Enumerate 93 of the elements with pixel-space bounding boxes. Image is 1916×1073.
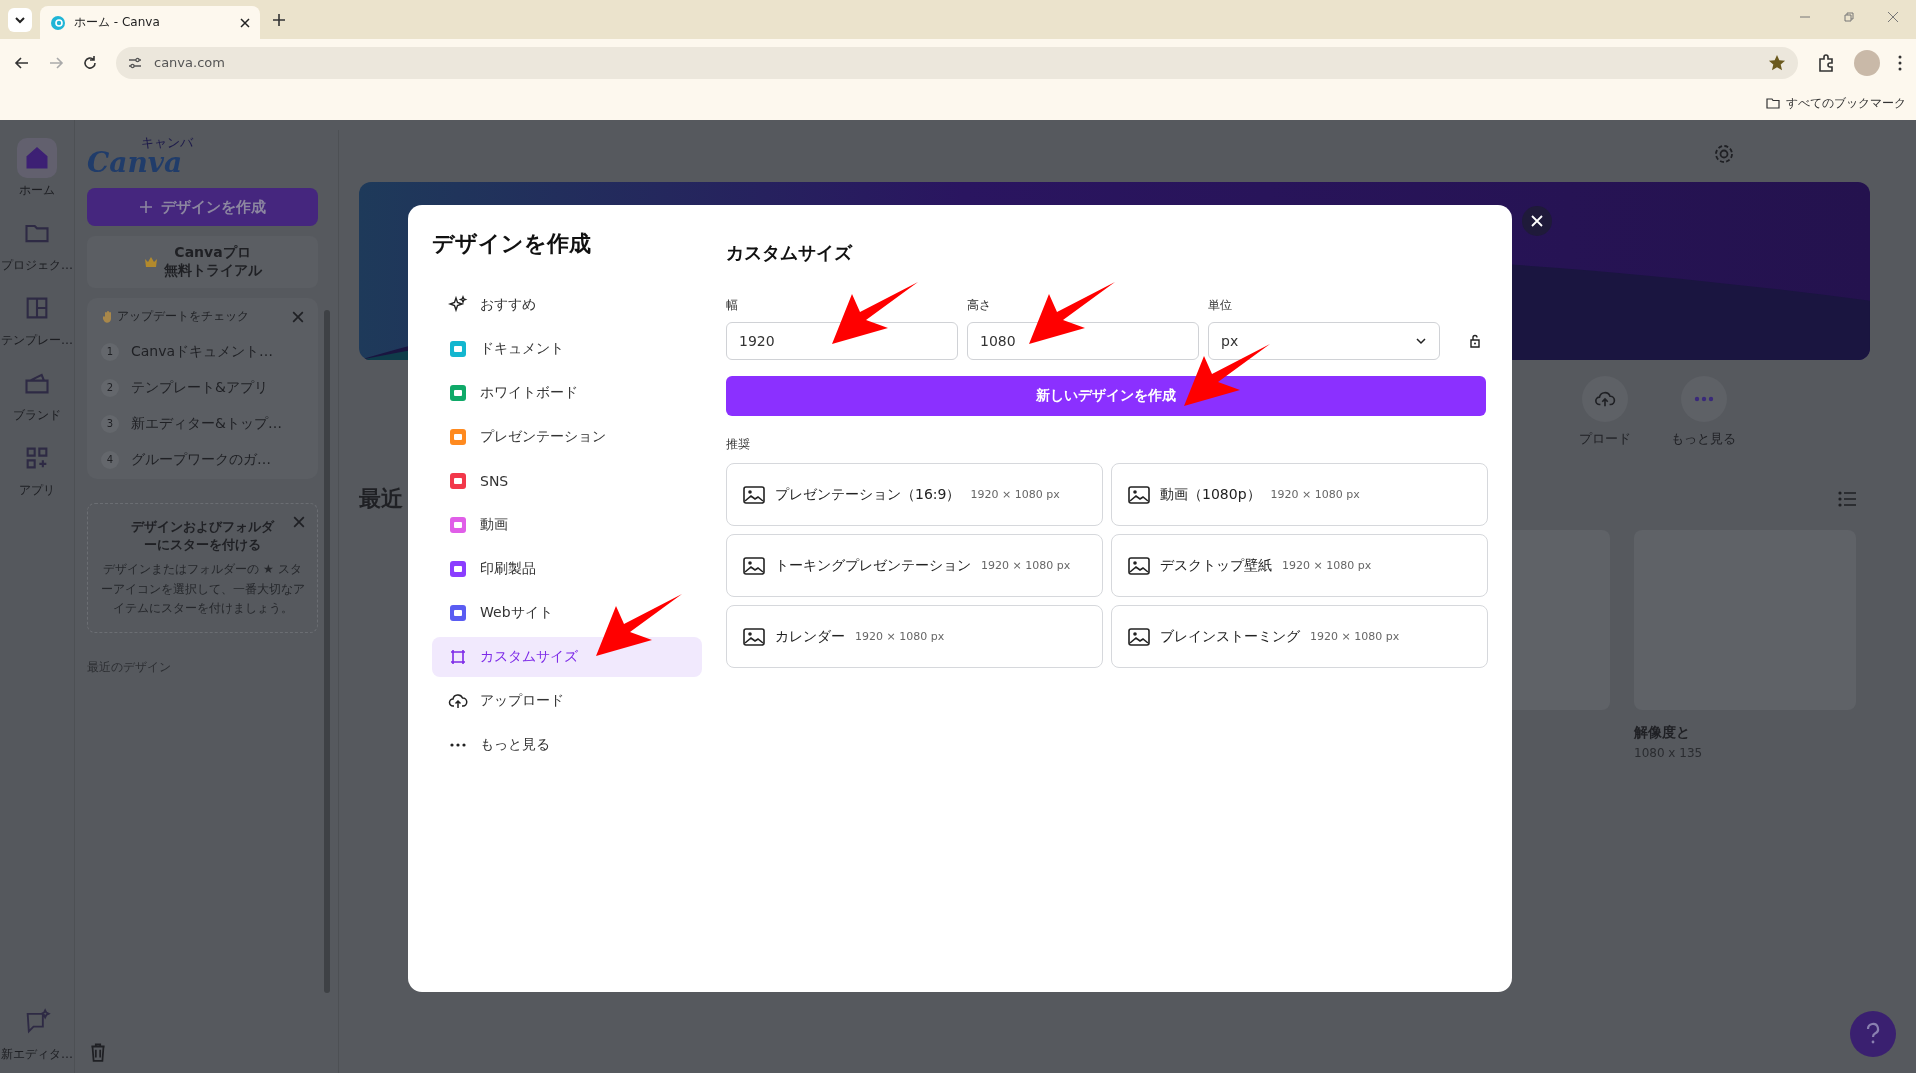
image-icon [1128, 485, 1150, 504]
list-view-icon[interactable] [1838, 491, 1856, 507]
bookmarks-folder[interactable]: すべてのブックマーク [1786, 94, 1906, 112]
section-heading: 最近 [359, 485, 403, 513]
category-item[interactable]: 印刷製品 [432, 549, 702, 589]
close-icon[interactable] [1888, 12, 1898, 22]
close-icon[interactable] [292, 310, 304, 323]
panel-title: カスタムサイズ [726, 241, 854, 265]
profile-avatar[interactable] [1854, 49, 1880, 76]
menu-icon[interactable] [1898, 54, 1902, 71]
category-item[interactable]: SNS [432, 461, 702, 501]
category-item[interactable]: おすすめ [432, 285, 702, 325]
preset-size: 1920 × 1080 px [1270, 488, 1360, 501]
lock-icon[interactable] [1467, 333, 1483, 349]
category-item[interactable]: もっと見る [432, 725, 702, 765]
image-icon [743, 556, 765, 575]
home-icon [17, 138, 57, 178]
resize-icon [448, 647, 468, 667]
preset-size: 1920 × 1080 px [1282, 559, 1372, 572]
site-icon [50, 14, 66, 31]
section-label: 推奨 [726, 436, 751, 453]
trial-text: 無料トライアル [163, 262, 262, 280]
folder-icon [1766, 96, 1780, 110]
close-icon[interactable] [293, 516, 305, 528]
category-item[interactable]: アップロード [432, 681, 702, 721]
field-label: 単位 [1208, 297, 1233, 314]
image-icon [743, 627, 765, 646]
preset-name: カレンダー [775, 627, 845, 646]
back-icon[interactable] [14, 54, 30, 71]
bookmark-star-icon[interactable] [1768, 53, 1786, 72]
image-icon [743, 485, 765, 504]
image-icon [1128, 556, 1150, 575]
forward-icon[interactable] [48, 54, 64, 71]
crown-icon [143, 255, 158, 269]
input-field[interactable]: 1920 [726, 322, 958, 360]
more-icon [1693, 396, 1714, 402]
field-label: 高さ [967, 297, 992, 314]
logo-subtitle: キャンバ [141, 134, 194, 151]
help-button[interactable] [1850, 1011, 1896, 1057]
preset-card[interactable]: プレゼンテーション（16:9） 1920 × 1080 px [726, 463, 1103, 526]
preset-card[interactable]: トーキングプレゼンテーション 1920 × 1080 px [726, 534, 1103, 597]
preset-name: プレゼンテーション（16:9） [775, 485, 961, 504]
step-number: 3 [101, 415, 119, 433]
preset-card[interactable]: ブレインストーミング 1920 × 1080 px [1111, 605, 1488, 668]
unit-dropdown[interactable]: px [1208, 322, 1440, 360]
puzzle-icon[interactable] [1816, 52, 1836, 73]
preset-size: 1920 × 1080 px [855, 630, 945, 643]
tip-title: デザインおよびフォルダーにスターを付ける [130, 518, 276, 555]
preset-name: デスクトップ壁紙 [1160, 556, 1272, 575]
category-item[interactable]: カスタムサイズ [432, 637, 702, 677]
printer-icon [448, 559, 468, 579]
document-icon [448, 339, 468, 359]
preset-card[interactable]: 動画（1080p） 1920 × 1080 px [1111, 463, 1488, 526]
plus-icon [139, 200, 153, 214]
image-icon [1128, 627, 1150, 646]
input-field[interactable]: 1080 [967, 322, 1199, 360]
category-item[interactable]: 動画 [432, 505, 702, 545]
settings-icon[interactable] [1712, 142, 1736, 166]
preset-card[interactable]: カレンダー 1920 × 1080 px [726, 605, 1103, 668]
address-field[interactable]: canva.com [116, 46, 1798, 79]
close-tab-icon[interactable] [240, 17, 250, 28]
category-item[interactable]: ホワイトボード [432, 373, 702, 413]
restore-icon[interactable] [1844, 12, 1854, 22]
more-icon [450, 743, 466, 747]
preset-name: トーキングプレゼンテーション [775, 556, 971, 575]
reload-icon[interactable] [82, 54, 98, 71]
preset-size: 1920 × 1080 px [981, 559, 1071, 572]
presentation-icon [448, 427, 468, 447]
video-camera-icon [448, 515, 468, 535]
trial-text: Canvaプロ [174, 244, 251, 262]
category-item[interactable]: Webサイト [432, 593, 702, 633]
close-button[interactable] [1522, 206, 1552, 236]
step-number: 4 [101, 451, 119, 469]
field-label: 幅 [726, 297, 739, 314]
step-number: 1 [101, 343, 119, 361]
browser-window-icon [448, 603, 468, 623]
dialog-title: デザインを作成 [432, 230, 592, 258]
preset-card[interactable]: デスクトップ壁紙 1920 × 1080 px [1111, 534, 1488, 597]
step-number: 2 [101, 379, 119, 397]
preset-name: ブレインストーミング [1160, 627, 1300, 646]
site-settings-icon[interactable] [128, 55, 142, 70]
preset-size: 1920 × 1080 px [970, 488, 1060, 501]
browser-tab[interactable]: ホーム - Canva [40, 6, 260, 39]
create-new-design-button[interactable]: 新しいデザインを作成 [726, 376, 1486, 416]
new-tab-icon[interactable] [272, 12, 286, 27]
preset-name: 動画（1080p） [1160, 485, 1261, 504]
tab-list-icon[interactable] [8, 7, 32, 32]
category-item[interactable]: ドキュメント [432, 329, 702, 369]
whiteboard-icon [448, 383, 468, 403]
category-item[interactable]: プレゼンテーション [432, 417, 702, 457]
caret-icon [1415, 335, 1427, 347]
cloud-upload-icon [448, 691, 468, 711]
preset-size: 1920 × 1080 px [1310, 630, 1400, 643]
